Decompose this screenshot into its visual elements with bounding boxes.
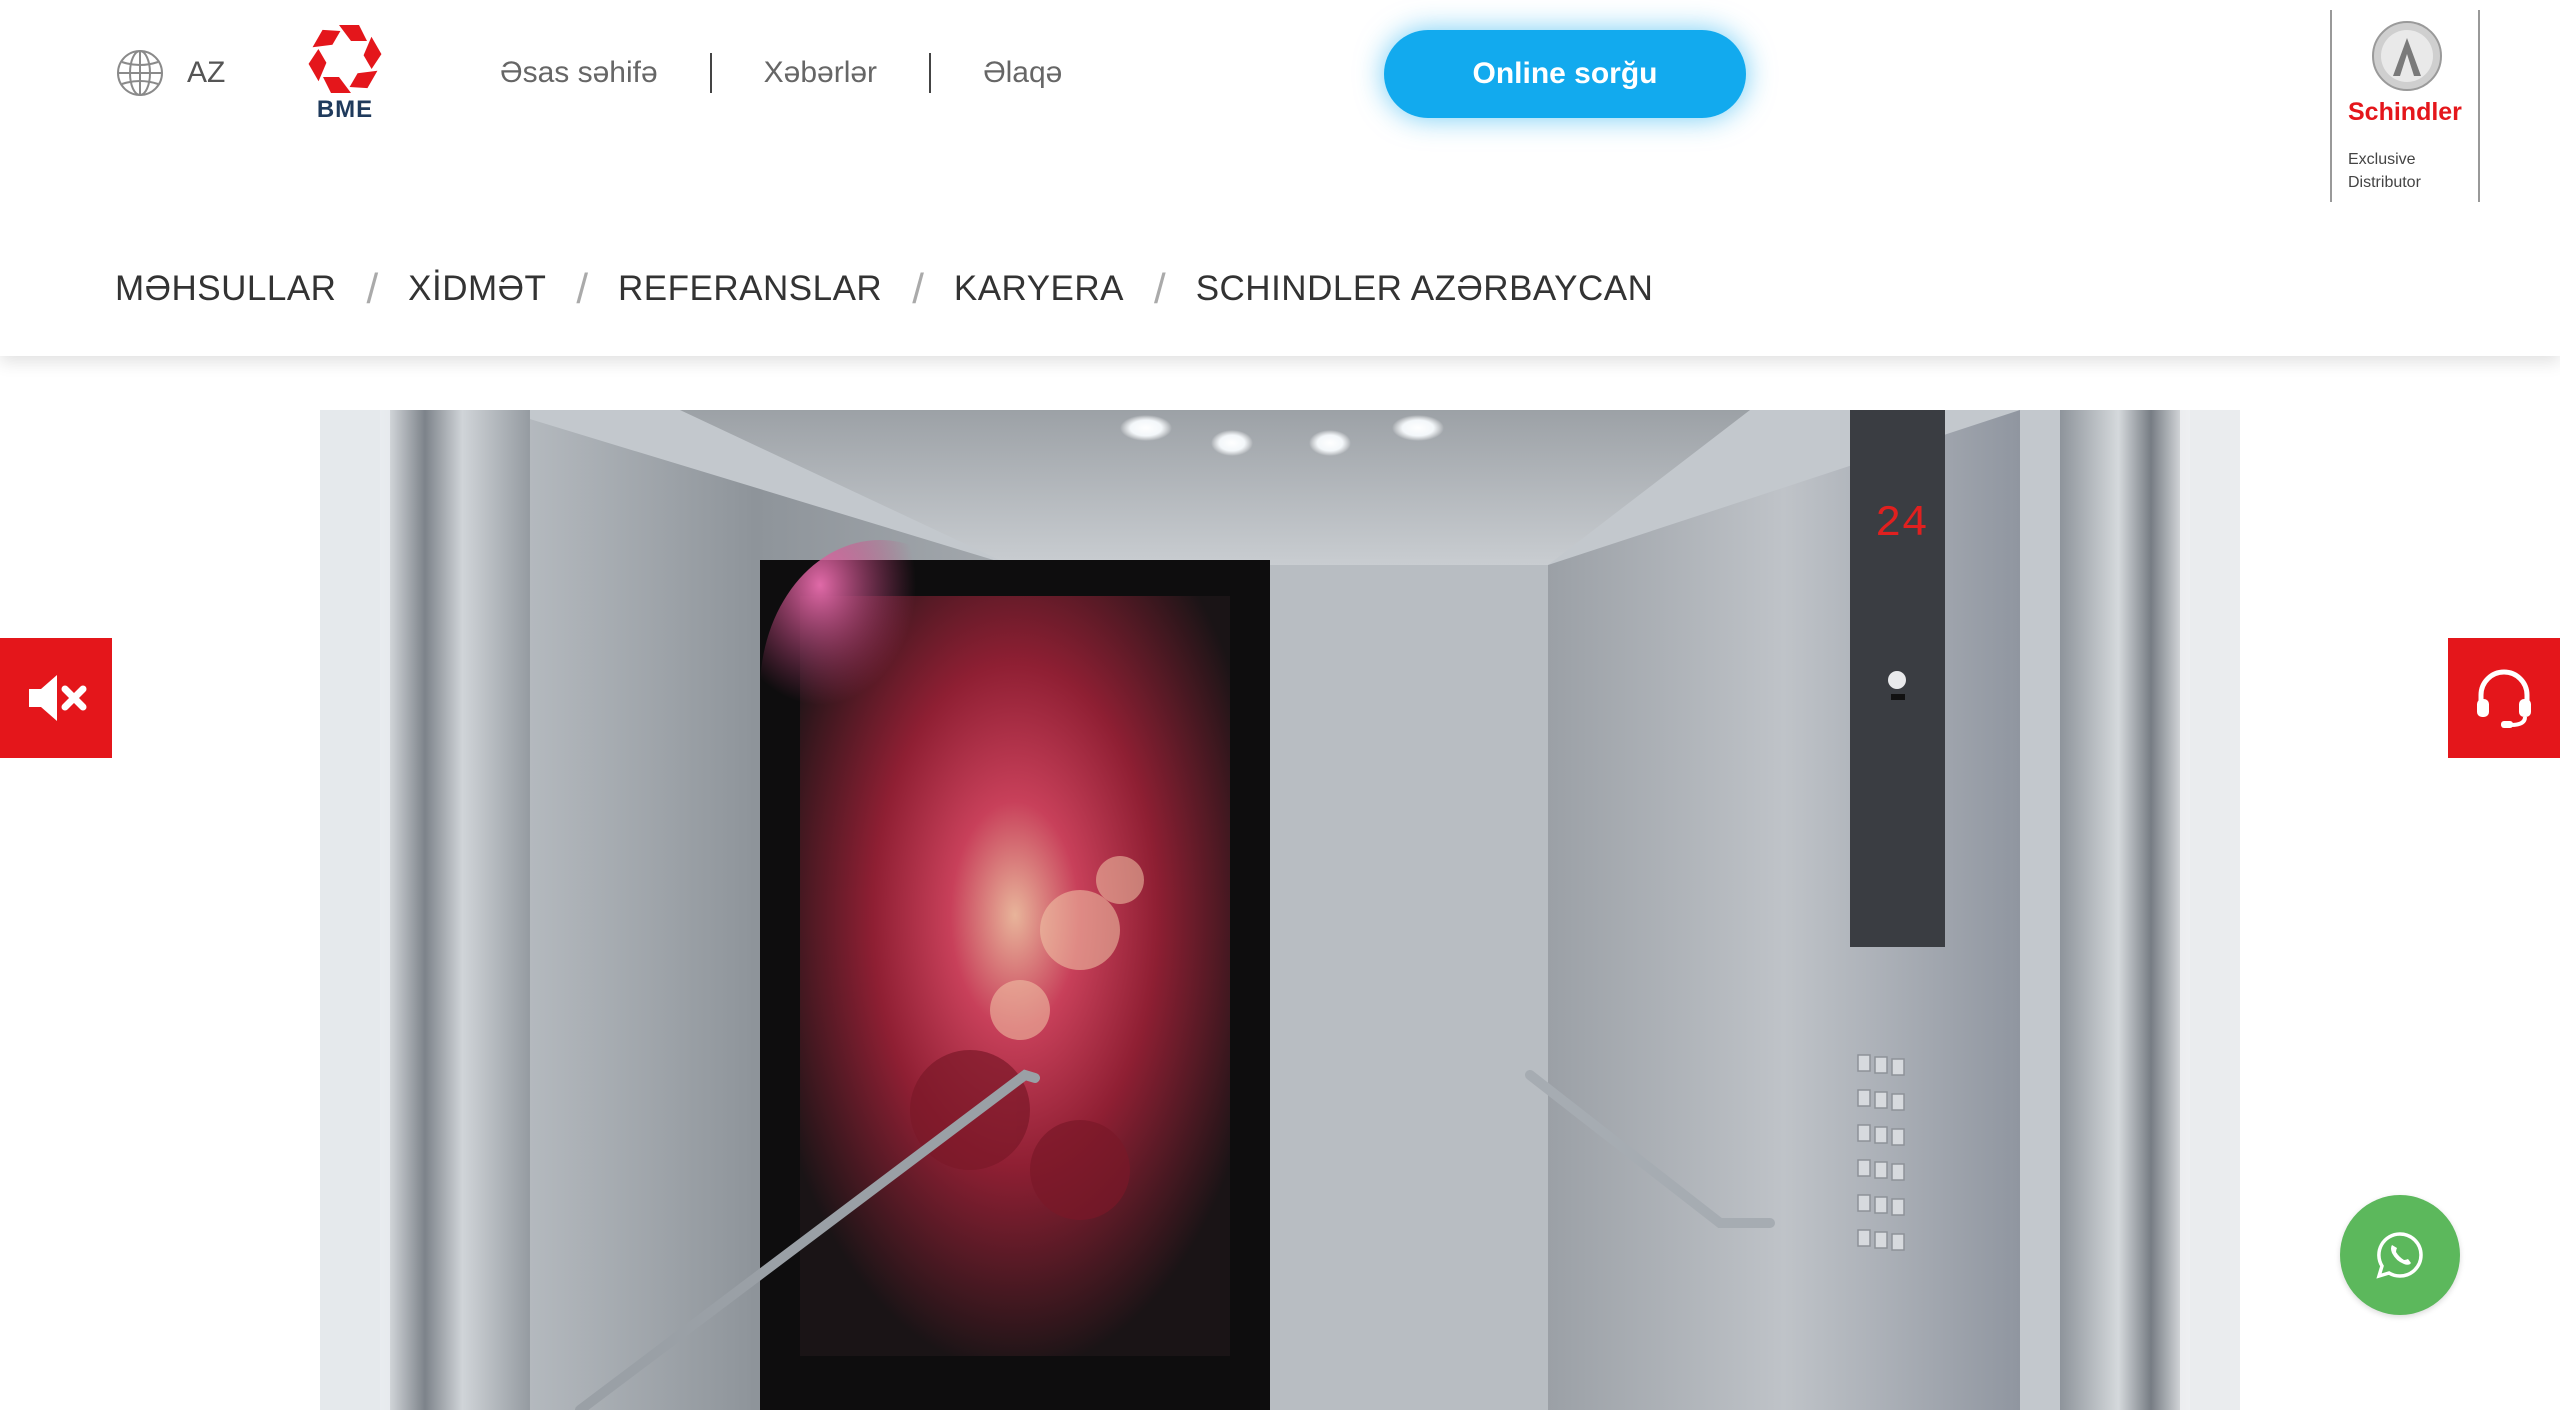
globe-icon	[117, 50, 163, 96]
floor-indicator: 24	[1875, 499, 1928, 549]
elevator-cabin-scene: 24	[320, 410, 2240, 1410]
main-nav-products[interactable]: MƏHSULLAR	[115, 269, 336, 309]
main-nav-references[interactable]: REFERANSLAR	[618, 269, 882, 309]
nav-divider	[929, 53, 932, 93]
nav-link-news[interactable]: Xəbərlər	[764, 56, 877, 90]
top-nav: Əsas səhifə Xəbərlər Əlaqə	[500, 48, 1062, 98]
schindler-subtitle: Exclusive Distributor	[2348, 151, 2421, 191]
language-switcher[interactable]: AZ	[115, 48, 225, 98]
hero-video[interactable]: 24	[320, 410, 2240, 1410]
nav-link-contact[interactable]: Əlaqə	[983, 56, 1062, 90]
main-nav-separator: /	[366, 265, 379, 312]
bme-logo-text: BME	[316, 96, 374, 123]
main-nav-separator: /	[576, 265, 589, 312]
main-nav-schindler-azerbaijan[interactable]: SCHINDLER AZƏRBAYCAN	[1196, 269, 1654, 309]
bme-logo-mark	[308, 25, 382, 93]
whatsapp-button[interactable]	[2340, 1195, 2460, 1315]
main-nav-separator: /	[1154, 265, 1166, 312]
main-nav-separator: /	[912, 265, 924, 312]
headset-icon	[2477, 669, 2531, 728]
schindler-name: Schindler	[2348, 98, 2462, 126]
schindler-partner-badge[interactable]: Schindler Exclusive Distributor	[2330, 10, 2480, 202]
nav-divider	[709, 53, 712, 93]
schindler-logo-icon	[2372, 21, 2442, 91]
mute-toggle-button[interactable]	[0, 638, 112, 758]
support-button[interactable]	[2448, 638, 2560, 758]
language-code: AZ	[187, 56, 226, 89]
main-nav-career[interactable]: KARYERA	[954, 269, 1124, 309]
main-nav: MƏHSULLAR / XİDMƏT / REFERANSLAR / KARYE…	[115, 264, 1653, 314]
online-request-button[interactable]: Online sorğu	[1384, 30, 1746, 118]
site-header: AZ BME Əsas səhifə Xəbərlər Əlaqə Online…	[0, 0, 2560, 356]
whatsapp-icon	[2376, 1232, 2423, 1279]
main-nav-service[interactable]: XİDMƏT	[408, 269, 546, 309]
bme-logo[interactable]: BME	[305, 22, 385, 126]
volume-mute-icon	[29, 675, 87, 721]
nav-link-home[interactable]: Əsas səhifə	[500, 56, 658, 90]
